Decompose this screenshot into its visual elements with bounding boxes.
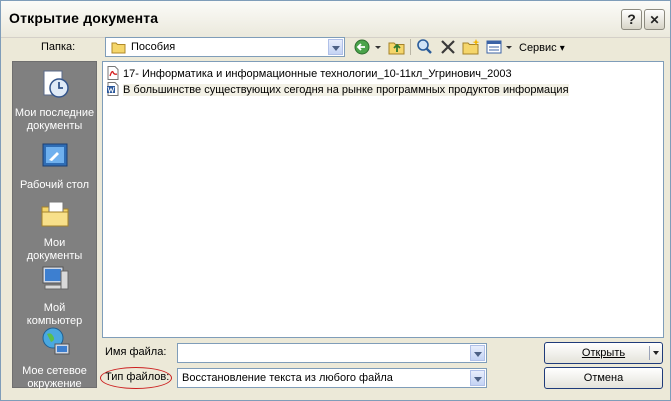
filename-input[interactable] [177,343,487,363]
chevron-down-icon[interactable] [470,370,485,386]
cancel-button[interactable]: Отмена [544,367,663,389]
filetype-select[interactable]: Восстановление текста из любого файла [177,368,487,388]
close-button[interactable]: ✕ [644,9,665,30]
filetype-value: Восстановление текста из любого файла [182,372,393,384]
file-name: В большинстве существующих сегодня на ры… [123,84,569,96]
place-my-computer[interactable]: Мой компьютер [13,263,96,328]
search-icon [417,39,432,54]
open-button-label: Открыть [581,347,626,359]
place-label: Мое сетевое окружение [22,365,87,390]
chevron-down-icon: ▾ [559,43,565,54]
place-label: Рабочий стол [19,179,90,191]
place-network[interactable]: Мое сетевое окружение [13,326,96,391]
highlight-oval [100,367,172,389]
place-recent-documents[interactable]: Мои последние документы [13,68,96,133]
views-icon [486,40,502,54]
place-label: Мои документы [26,237,83,262]
delete-icon [441,40,455,54]
views-button[interactable] [485,38,515,56]
new-folder-icon [462,39,480,55]
folder-icon [111,42,126,54]
open-split-divider [649,346,650,360]
list-item[interactable]: В большинстве существующих сегодня на ры… [106,82,569,98]
place-label: Мои последние документы [14,107,95,132]
delete-button[interactable] [439,38,457,56]
chevron-down-icon[interactable] [328,39,343,55]
look-in-label: Папка: [41,41,76,53]
cancel-button-label: Отмена [583,372,624,384]
chevron-down-icon[interactable] [470,345,485,361]
place-label: Мой компьютер [26,302,83,327]
file-list[interactable]: 17- Информатика и информационные техноло… [102,61,664,338]
search-web-button[interactable] [415,38,435,56]
look-in-combo[interactable]: Пособия [105,37,345,57]
place-desktop[interactable]: Рабочий стол [13,140,96,192]
back-dropdown-icon [375,46,381,49]
close-icon: ✕ [649,13,660,27]
open-document-dialog: Открытие документа ? ✕ Папка: Пособия Се… [0,0,671,401]
place-my-documents[interactable]: Мои документы [13,198,96,263]
toolbar-separator [410,39,411,55]
recent-documents-icon [43,70,69,98]
help-button[interactable]: ? [621,9,642,30]
back-button[interactable] [353,38,383,56]
open-button[interactable]: Открыть [544,342,663,364]
list-item[interactable]: 17- Информатика и информационные техноло… [106,66,512,82]
file-name: 17- Информатика и информационные техноло… [123,68,512,80]
filename-label: Имя файла: [105,346,167,358]
up-folder-icon [388,42,405,55]
back-arrow-icon [354,39,370,55]
dialog-title: Открытие документа [9,10,159,26]
chevron-down-icon[interactable] [653,351,659,355]
title-bar: Открытие документа ? ✕ [1,1,670,38]
desktop-icon [42,143,67,167]
service-menu[interactable]: Сервис ▾ [519,39,565,57]
look-in-value: Пособия [131,41,176,53]
word-file-icon [107,82,119,96]
places-bar: Мои последние документы Рабочий стол Мои… [12,61,97,391]
up-folder-button[interactable] [387,38,407,56]
service-menu-label: Сервис [519,42,557,54]
my-computer-icon [42,266,68,290]
my-documents-icon [41,201,68,227]
pdf-file-icon [107,66,119,80]
new-folder-button[interactable] [461,38,481,56]
network-places-icon [42,327,69,355]
views-dropdown-icon [506,46,512,49]
help-icon: ? [627,11,636,27]
